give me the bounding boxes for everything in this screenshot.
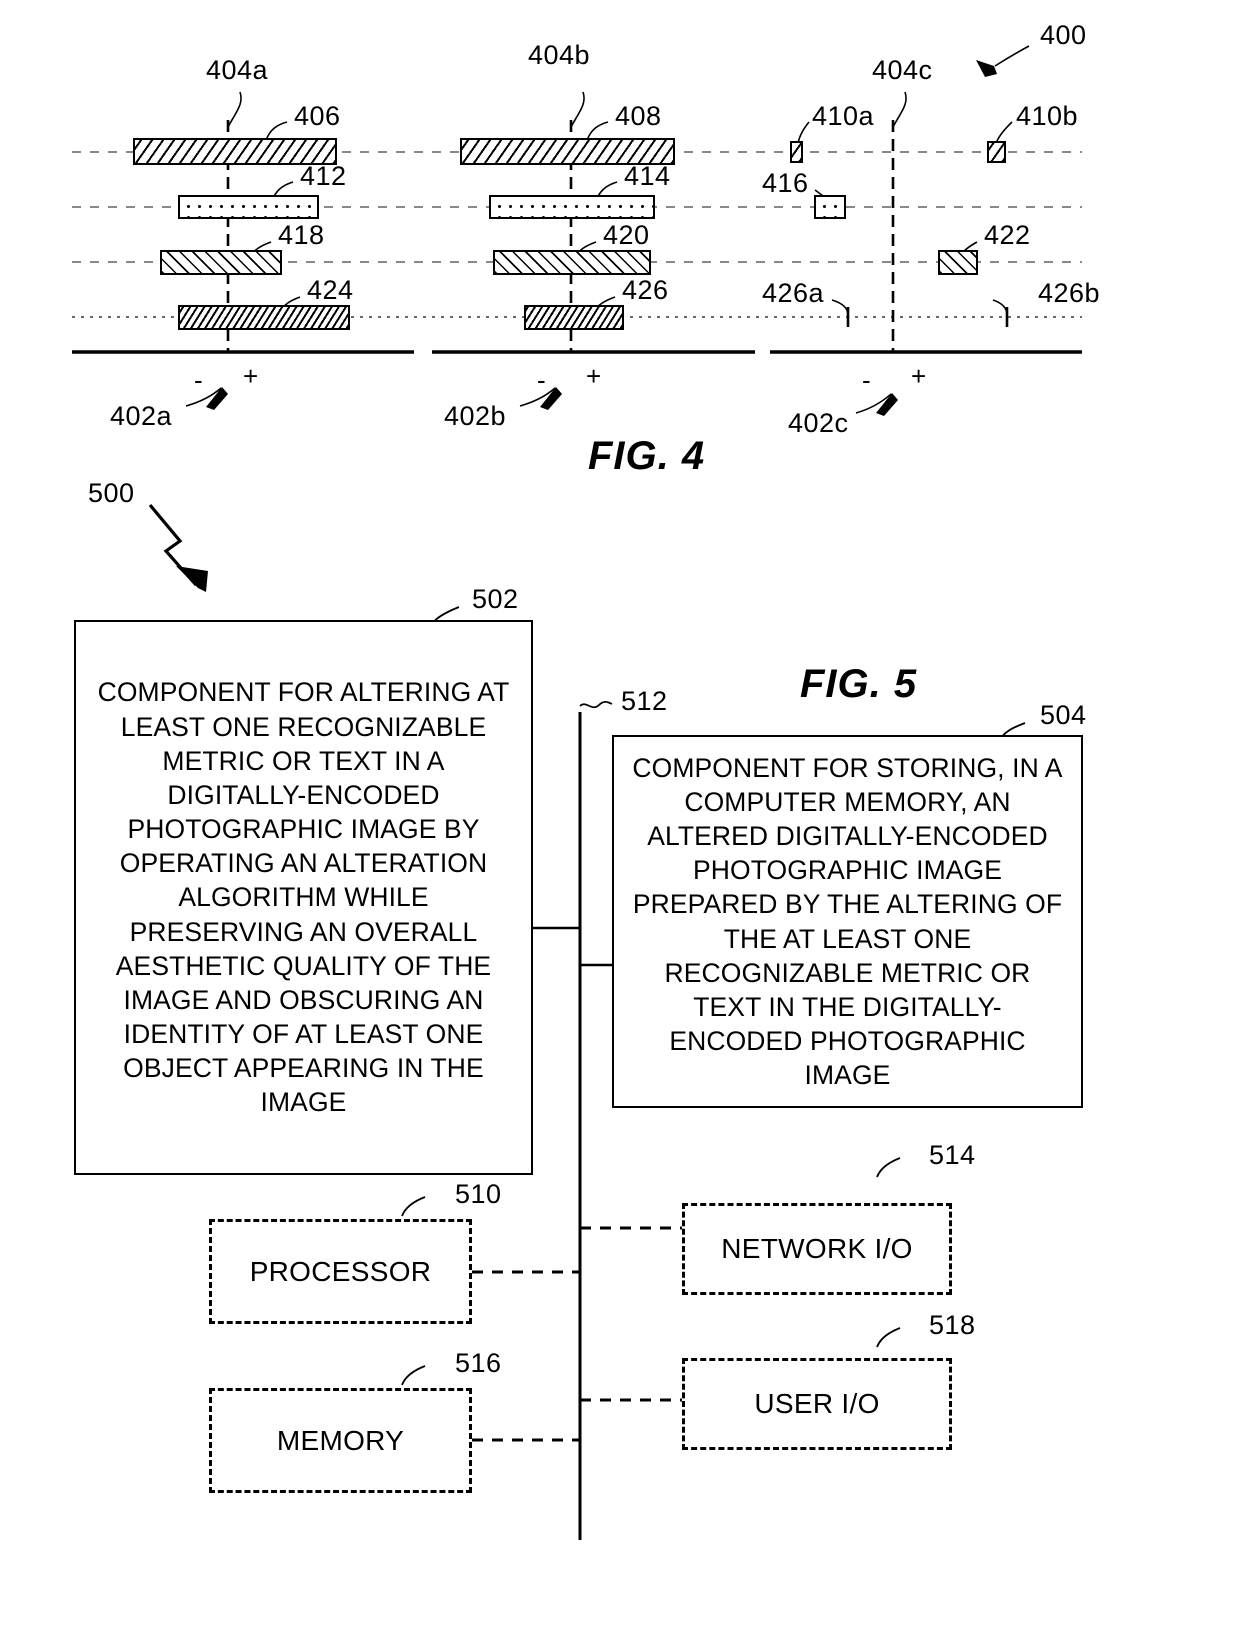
ref-502: 502 xyxy=(472,584,519,614)
polarity-plus-b: + xyxy=(586,361,602,391)
polarity-minus-c: - xyxy=(862,365,871,395)
fig4-bar-416 xyxy=(814,195,846,219)
ref-426a: 426a xyxy=(762,278,825,308)
ref-404a: 404a xyxy=(206,55,269,85)
ref-514: 514 xyxy=(929,1140,976,1170)
fig4-bar-426 xyxy=(524,305,624,330)
ref-406: 406 xyxy=(294,101,341,131)
ref-518: 518 xyxy=(929,1310,976,1340)
polarity-plus-c: + xyxy=(911,361,927,391)
polarity-minus-a: - xyxy=(194,365,203,395)
block-514-text: NETWORK I/O xyxy=(721,1233,913,1264)
block-514-network-io: NETWORK I/O xyxy=(682,1203,952,1295)
figure4-caption: FIG. 4 xyxy=(588,434,706,478)
block-510-text: PROCESSOR xyxy=(249,1255,432,1287)
ref-416: 416 xyxy=(762,168,809,198)
figure5-caption: FIG. 5 xyxy=(800,662,918,706)
fig4-bar-412 xyxy=(178,195,319,219)
patent-figure-page: 404a 404b 404c 400 406 408 410a 410b 412… xyxy=(0,0,1240,1645)
ref-404b: 404b xyxy=(528,40,591,70)
fig4-bar-410b xyxy=(987,141,1006,163)
polarity-minus-b: - xyxy=(537,365,546,395)
ref-410a: 410a xyxy=(812,101,875,131)
fig4-bar-420 xyxy=(493,250,651,275)
fig4-bar-410a xyxy=(790,141,803,163)
block-504-storing-component: COMPONENT FOR STORING, IN A COMPUTER MEM… xyxy=(612,735,1083,1108)
fig4-bar-422 xyxy=(938,250,978,275)
ref-516: 516 xyxy=(455,1348,502,1378)
ref-500: 500 xyxy=(88,478,135,508)
ref-426: 426 xyxy=(622,275,669,305)
ref-424: 424 xyxy=(307,275,354,305)
polarity-plus-a: + xyxy=(243,361,259,391)
block-504-text: COMPONENT FOR STORING, IN A COMPUTER MEM… xyxy=(632,752,1063,1091)
fig5-lead-arrow xyxy=(148,503,198,587)
ref-410b: 410b xyxy=(1016,101,1079,131)
ref-404c: 404c xyxy=(872,55,933,85)
fig4-bar-414 xyxy=(489,195,655,219)
block-516-text: MEMORY xyxy=(276,1424,405,1456)
ref-426b: 426b xyxy=(1038,278,1101,308)
block-518-user-io: USER I/O xyxy=(682,1358,952,1450)
block-502-altering-component: COMPONENT FOR ALTERING AT LEAST ONE RECO… xyxy=(74,620,533,1175)
fig4-bar-424 xyxy=(178,305,350,330)
ref-504: 504 xyxy=(1040,700,1087,730)
block-516-memory: MEMORY xyxy=(209,1388,472,1493)
ref-412: 412 xyxy=(300,161,347,191)
ref-402b: 402b xyxy=(444,401,507,431)
ref-414: 414 xyxy=(624,161,671,191)
ref-408: 408 xyxy=(615,101,662,131)
fig4-bar-418 xyxy=(160,250,282,275)
block-510-processor: PROCESSOR xyxy=(209,1219,472,1324)
ref-512: 512 xyxy=(621,686,668,716)
ref-418: 418 xyxy=(278,220,325,250)
ref-400: 400 xyxy=(1040,20,1087,50)
ref-422: 422 xyxy=(984,220,1031,250)
block-518-text: USER I/O xyxy=(754,1388,880,1419)
ref-510: 510 xyxy=(455,1179,502,1209)
ref-420: 420 xyxy=(603,220,650,250)
ref-402c: 402c xyxy=(788,408,849,438)
block-502-text: COMPONENT FOR ALTERING AT LEAST ONE RECO… xyxy=(97,677,510,1118)
ref-402a: 402a xyxy=(110,401,173,431)
